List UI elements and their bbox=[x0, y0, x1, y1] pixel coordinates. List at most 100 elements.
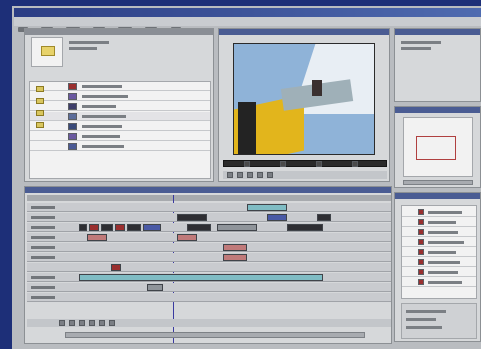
view-box[interactable] bbox=[416, 136, 456, 160]
clip-thumbnail bbox=[68, 93, 77, 100]
timeline-scrollbar[interactable] bbox=[65, 332, 365, 338]
clip[interactable] bbox=[127, 224, 141, 231]
project-panel-title bbox=[25, 29, 213, 35]
clip[interactable] bbox=[247, 204, 287, 211]
program-monitor bbox=[218, 28, 390, 182]
track-label bbox=[31, 206, 55, 209]
clip[interactable] bbox=[317, 214, 331, 221]
tool-icon[interactable] bbox=[79, 320, 85, 326]
clip[interactable] bbox=[177, 214, 207, 221]
clip-name bbox=[82, 145, 124, 148]
list-item[interactable] bbox=[402, 218, 476, 227]
title-bar bbox=[14, 8, 481, 17]
list-item[interactable] bbox=[402, 248, 476, 257]
clip[interactable] bbox=[217, 224, 257, 231]
navigator-preview bbox=[403, 117, 473, 177]
clip[interactable] bbox=[143, 224, 161, 231]
track-label bbox=[31, 296, 55, 299]
track-label bbox=[31, 286, 55, 289]
effect-name bbox=[428, 271, 458, 274]
clip[interactable] bbox=[287, 224, 323, 231]
timeline-panel bbox=[24, 186, 392, 344]
list-item[interactable] bbox=[402, 238, 476, 247]
tool-icon[interactable] bbox=[109, 320, 115, 326]
clip[interactable] bbox=[115, 224, 125, 231]
tool-icon[interactable] bbox=[69, 320, 75, 326]
track-video-3 bbox=[27, 203, 391, 212]
list-item[interactable] bbox=[402, 278, 476, 287]
clip[interactable] bbox=[111, 264, 121, 271]
clip[interactable] bbox=[177, 234, 197, 241]
clip[interactable] bbox=[223, 254, 247, 261]
play-button[interactable] bbox=[244, 161, 250, 167]
effects-panel bbox=[394, 192, 481, 342]
stop-button[interactable] bbox=[280, 161, 286, 167]
effect-name bbox=[428, 211, 462, 214]
clip-name bbox=[82, 95, 128, 98]
clip[interactable] bbox=[223, 244, 247, 251]
clip-name bbox=[82, 135, 120, 138]
transport-controls bbox=[223, 160, 387, 167]
clip[interactable] bbox=[87, 234, 107, 241]
clip-name bbox=[82, 105, 116, 108]
track-audio-1 bbox=[27, 273, 391, 282]
folder-icon bbox=[41, 46, 55, 56]
toolbar-icon[interactable] bbox=[267, 172, 273, 178]
toolbar-icon[interactable] bbox=[227, 172, 233, 178]
screenshot-frame bbox=[0, 0, 481, 349]
effect-name bbox=[428, 251, 456, 254]
track-label bbox=[31, 276, 55, 279]
list-item[interactable] bbox=[402, 268, 476, 277]
list-item[interactable] bbox=[402, 258, 476, 267]
audio-clip[interactable] bbox=[147, 284, 163, 291]
track-transition bbox=[27, 233, 391, 242]
video-preview bbox=[233, 43, 375, 155]
time-ruler[interactable] bbox=[27, 195, 391, 201]
clip-thumbnail bbox=[68, 143, 77, 150]
tool-icon[interactable] bbox=[89, 320, 95, 326]
effects-footer bbox=[401, 303, 477, 339]
toolbar-icon[interactable] bbox=[247, 172, 253, 178]
clip-name bbox=[82, 125, 122, 128]
clip[interactable] bbox=[89, 224, 99, 231]
track-video-1 bbox=[27, 223, 391, 232]
footer-text bbox=[406, 318, 436, 321]
clip-thumbnail bbox=[68, 103, 77, 110]
project-panel bbox=[24, 28, 214, 182]
clip[interactable] bbox=[187, 224, 211, 231]
list-item[interactable] bbox=[402, 208, 476, 217]
track-video-2 bbox=[27, 213, 391, 222]
track-label bbox=[31, 236, 55, 239]
footer-text bbox=[406, 326, 442, 329]
effect-icon bbox=[418, 259, 424, 265]
footer-text bbox=[406, 310, 446, 313]
effect-icon bbox=[418, 229, 424, 235]
project-info-text bbox=[69, 47, 97, 50]
effect-icon bbox=[418, 279, 424, 285]
clip[interactable] bbox=[79, 224, 87, 231]
navigator-title bbox=[395, 107, 480, 113]
timeline-toolbar bbox=[27, 319, 391, 327]
rewind-button[interactable] bbox=[316, 161, 322, 167]
audio-clip[interactable] bbox=[79, 274, 323, 281]
toolbar-icon[interactable] bbox=[257, 172, 263, 178]
tool-icon[interactable] bbox=[99, 320, 105, 326]
clip[interactable] bbox=[267, 214, 287, 221]
effect-icon bbox=[418, 219, 424, 225]
menu-bar bbox=[14, 17, 481, 32]
info-text bbox=[401, 47, 431, 50]
video-figure bbox=[312, 80, 322, 96]
zoom-slider[interactable] bbox=[403, 180, 473, 185]
clip-thumbnail bbox=[68, 133, 77, 140]
list-item[interactable] bbox=[402, 228, 476, 237]
tool-icon[interactable] bbox=[59, 320, 65, 326]
folder-icon bbox=[36, 122, 44, 128]
monitor-toolbar bbox=[223, 171, 387, 179]
forward-button[interactable] bbox=[352, 161, 358, 167]
effects-list bbox=[401, 205, 477, 299]
effect-name bbox=[428, 241, 464, 244]
toolbar-icon[interactable] bbox=[237, 172, 243, 178]
clip[interactable] bbox=[101, 224, 113, 231]
timeline-title-bar bbox=[25, 187, 391, 193]
effect-icon bbox=[418, 209, 424, 215]
